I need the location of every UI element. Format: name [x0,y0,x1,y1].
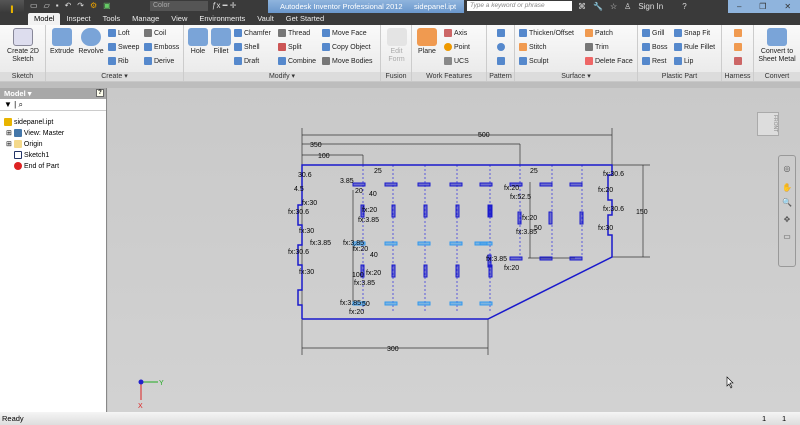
slot[interactable] [352,182,366,187]
dimension-label[interactable]: 50 [362,301,370,308]
status-count: 1 [782,414,787,423]
dimension-label[interactable]: 500 [478,132,490,139]
dimension-label[interactable]: 100 [318,153,330,160]
slot[interactable] [539,182,553,187]
dimension-label[interactable]: fx:30 [598,225,613,232]
slot[interactable] [449,241,463,246]
dimension-label[interactable]: fx:30 [299,269,314,276]
slot[interactable] [423,204,428,218]
dimension-label[interactable]: 20 [355,188,363,195]
dimension-label[interactable]: fx:20 [366,270,381,277]
dimension-label[interactable]: fx:30.6 [603,206,624,213]
slot[interactable] [449,301,463,306]
slot[interactable] [423,264,428,278]
status-count: 1 [762,414,767,423]
slot[interactable] [569,182,583,187]
slot[interactable] [487,204,492,218]
slots [352,182,584,306]
dimension-label[interactable]: 25 [374,168,382,175]
dimension-label[interactable]: fx:20 [598,187,613,194]
dimension-label[interactable]: fx:20 [504,185,519,192]
dimension-label[interactable]: fx:30 [302,200,317,207]
slot[interactable] [474,241,488,246]
slot[interactable] [479,182,493,187]
slot[interactable] [455,264,460,278]
dimension-label[interactable]: fx:52.5 [510,194,531,201]
slot[interactable] [569,256,583,261]
slot[interactable] [548,211,553,225]
dimension-label[interactable]: fx:20 [349,309,364,316]
slot[interactable] [417,182,431,187]
dimension-label[interactable]: fx:20 [362,207,377,214]
slot[interactable] [384,241,398,246]
slot[interactable] [391,204,396,218]
slot[interactable] [479,301,493,306]
dimension-label[interactable]: fx:30.6 [288,249,309,256]
mouse-cursor [726,376,734,389]
slot[interactable] [417,241,431,246]
dimension-label[interactable]: fx:20 [522,215,537,222]
construction-lines [362,165,583,312]
slot[interactable] [539,256,553,261]
coordinate-triad: Y X [138,379,164,410]
dimension-label[interactable]: fx:3.85 [354,280,375,287]
dimension-label[interactable]: fx:30.6 [603,171,624,178]
dimension-label[interactable]: fx:3.85 [516,229,537,236]
status-text: Ready [2,414,24,423]
dimension-label[interactable]: 30.6 [298,172,312,179]
status-bar: Ready 1 1 [0,412,800,425]
dimension-label[interactable]: fx:3.85 [486,256,507,263]
dimension-label[interactable]: 40 [369,191,377,198]
slot[interactable] [509,256,523,261]
slot[interactable] [417,301,431,306]
slot[interactable] [455,204,460,218]
slot[interactable] [391,264,396,278]
dimension-label[interactable]: fx:20 [504,265,519,272]
sketch-area[interactable]: 50035010030015025 25404010050503.8530.64.… [0,0,800,425]
slot[interactable] [384,301,398,306]
slot[interactable] [517,211,522,225]
dimension-label[interactable]: 40 [370,252,378,259]
dimension-label[interactable]: fx:3.85 [340,300,361,307]
slot[interactable] [579,211,584,225]
dimension-label[interactable]: 150 [636,209,648,216]
slot[interactable] [384,182,398,187]
dimension-label[interactable]: 300 [387,346,399,353]
x-axis-label: X [138,403,143,410]
dimension-label[interactable]: 4.5 [294,186,304,193]
dimension-label[interactable]: 100 [352,272,364,279]
y-axis-label: Y [159,380,164,387]
dimension-label[interactable]: 25 [530,168,538,175]
dimension-label[interactable]: 350 [310,142,322,149]
dimension-label[interactable]: fx:30.6 [288,209,309,216]
dimension-label[interactable]: fx:3.85 [358,217,379,224]
dimension-label[interactable]: 3.85 [340,178,354,185]
slot[interactable] [449,182,463,187]
dimension-label[interactable]: fx:3.85 [310,240,331,247]
dimension-label[interactable]: fx:30 [299,228,314,235]
dimension-label[interactable]: fx:20 [353,246,368,253]
